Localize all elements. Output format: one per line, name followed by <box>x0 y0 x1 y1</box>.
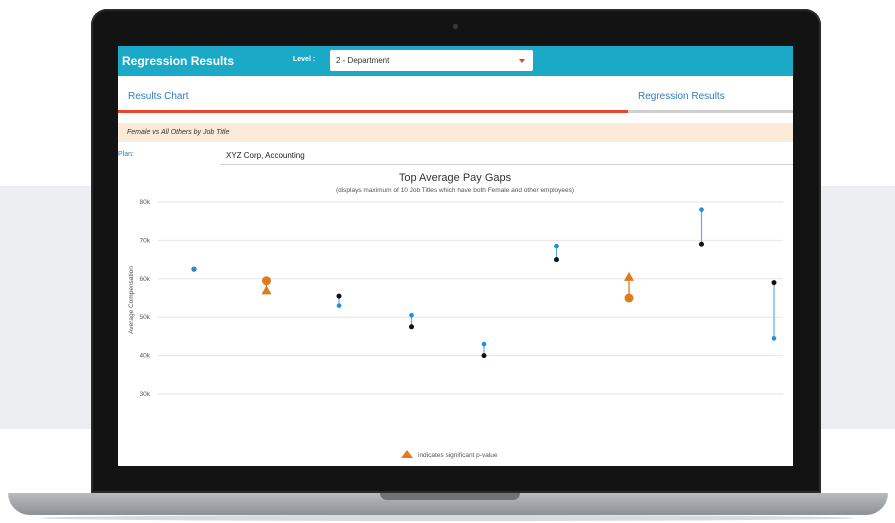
legend-triangle-icon <box>401 450 413 458</box>
others-marker <box>699 241 704 247</box>
others-marker <box>554 257 559 263</box>
y-tick-label: 70k <box>140 237 151 244</box>
y-tick-label: 60k <box>140 276 151 283</box>
y-axis-label: Average Compensation <box>128 266 135 334</box>
page: Regression Results Level : 2 - Departmen… <box>0 0 895 523</box>
grid-layer: 30k 40k 50k 60k 70k 80k <box>140 199 783 398</box>
others-marker <box>771 280 777 286</box>
chart-title: Top Average Pay Gaps <box>399 172 512 184</box>
chart-subtitle: (displays maximum of 10 Job Titles which… <box>336 187 574 194</box>
y-tick-label: 50k <box>140 314 151 321</box>
female-significant-marker <box>261 285 272 295</box>
female-marker <box>481 341 487 347</box>
female-marker <box>699 207 704 212</box>
others-significant-marker <box>624 293 634 303</box>
others-marker <box>481 353 487 359</box>
caret-down-icon[interactable] <box>519 59 525 63</box>
camera-icon <box>453 24 458 29</box>
app-header: Regression Results Level : 2 - Departmen… <box>118 46 793 76</box>
tab-results-chart[interactable]: Results Chart <box>118 76 628 113</box>
level-label: Level : <box>293 56 316 63</box>
comparison-subheader: Female vs All Others by Job Title <box>118 123 793 142</box>
pay-gap-chart: Top Average Pay Gaps (displays maximum o… <box>128 172 783 459</box>
comparison-subheader-text: Female vs All Others by Job Title <box>127 129 230 136</box>
laptop-notch <box>380 493 520 500</box>
mark-layer <box>191 207 777 359</box>
plan-value: XYZ Corp, Accounting <box>226 151 305 160</box>
tab-regression-results[interactable]: Regression Results <box>628 76 793 113</box>
y-tick-label: 30k <box>140 391 151 398</box>
others-marker <box>409 324 414 330</box>
tab-results-chart-label: Results Chart <box>128 91 189 102</box>
y-tick-label: 80k <box>140 199 151 206</box>
female-significant-marker <box>624 271 634 281</box>
y-tick-label: 40k <box>140 353 151 360</box>
level-select-value: 2 - Department <box>336 56 390 65</box>
female-marker <box>409 312 414 318</box>
plan-field[interactable]: XYZ Corp, Accounting <box>220 146 793 165</box>
female-marker <box>554 243 559 249</box>
tab-bar: Results Chart Regression Results <box>118 76 793 113</box>
female-marker <box>191 266 197 272</box>
app-title: Regression Results <box>122 54 235 68</box>
female-marker <box>771 336 777 341</box>
tab-regression-results-label: Regression Results <box>638 91 725 102</box>
female-marker <box>336 303 342 308</box>
others-significant-marker <box>262 276 271 286</box>
others-marker <box>336 293 342 299</box>
laptop-shadow <box>40 515 855 521</box>
level-select[interactable]: 2 - Department <box>330 50 533 71</box>
app-screen: Regression Results Level : 2 - Departmen… <box>118 46 793 466</box>
legend-label: indicates significant p-value <box>418 452 498 459</box>
chart-legend: indicates significant p-value <box>401 450 498 459</box>
plan-label: Plan: <box>118 151 134 158</box>
